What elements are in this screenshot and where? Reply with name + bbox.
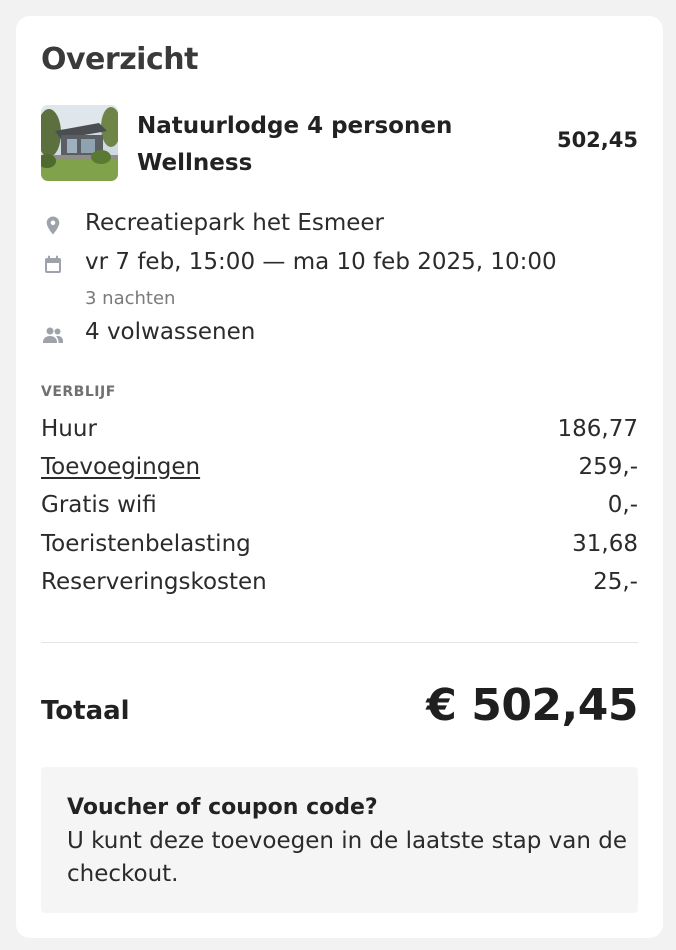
voucher-info-box: Voucher of coupon code? U kunt deze toev… xyxy=(41,767,638,913)
price-line-value: 25,- xyxy=(593,569,638,595)
price-line-value: 31,68 xyxy=(572,531,638,557)
price-line-label: Toeristenbelasting xyxy=(41,531,251,557)
price-line-label: Huur xyxy=(41,416,97,442)
voucher-text: U kunt deze toevoegen in de laatste stap… xyxy=(67,828,627,887)
voucher-title: Voucher of coupon code? xyxy=(67,795,378,820)
nights-text: 3 nachten xyxy=(85,288,176,309)
price-line-label: Reserveringskosten xyxy=(41,569,267,595)
overview-title: Overzicht xyxy=(41,42,198,77)
price-line-huur: Huur 186,77 xyxy=(41,416,638,448)
people-icon xyxy=(41,323,65,347)
calendar-icon xyxy=(41,253,65,277)
price-line-value: 259,- xyxy=(578,454,638,480)
overview-card: Overzicht Natuurlodge 4 personen Wellnes… xyxy=(16,16,663,938)
accommodation-thumbnail xyxy=(41,105,118,181)
accommodation-name: Natuurlodge 4 personen Wellness xyxy=(137,113,453,176)
accommodation-price: 502,45 xyxy=(556,128,638,152)
price-line-value: 186,77 xyxy=(557,416,638,442)
price-line-toevoegingen: Toevoegingen 259,- xyxy=(41,454,638,486)
total-value: € 502,45 xyxy=(426,680,638,731)
divider xyxy=(41,642,638,643)
price-line-booking-fee: Reserveringskosten 25,- xyxy=(41,569,638,601)
location-pin-icon xyxy=(41,214,65,238)
price-line-label: Gratis wifi xyxy=(41,492,157,518)
dates-text: vr 7 feb, 15:00 — ma 10 feb 2025, 10:00 xyxy=(85,249,557,275)
price-line-value: 0,- xyxy=(607,492,638,518)
price-line-wifi: Gratis wifi 0,- xyxy=(41,492,638,524)
stay-section-label: VERBLIJF xyxy=(41,384,116,400)
toevoegingen-link[interactable]: Toevoegingen xyxy=(41,454,200,480)
location-text: Recreatiepark het Esmeer xyxy=(85,210,385,236)
total-label: Totaal xyxy=(41,696,130,726)
guests-text: 4 volwassenen xyxy=(85,319,256,345)
price-line-tourist-tax: Toeristenbelasting 31,68 xyxy=(41,531,638,563)
